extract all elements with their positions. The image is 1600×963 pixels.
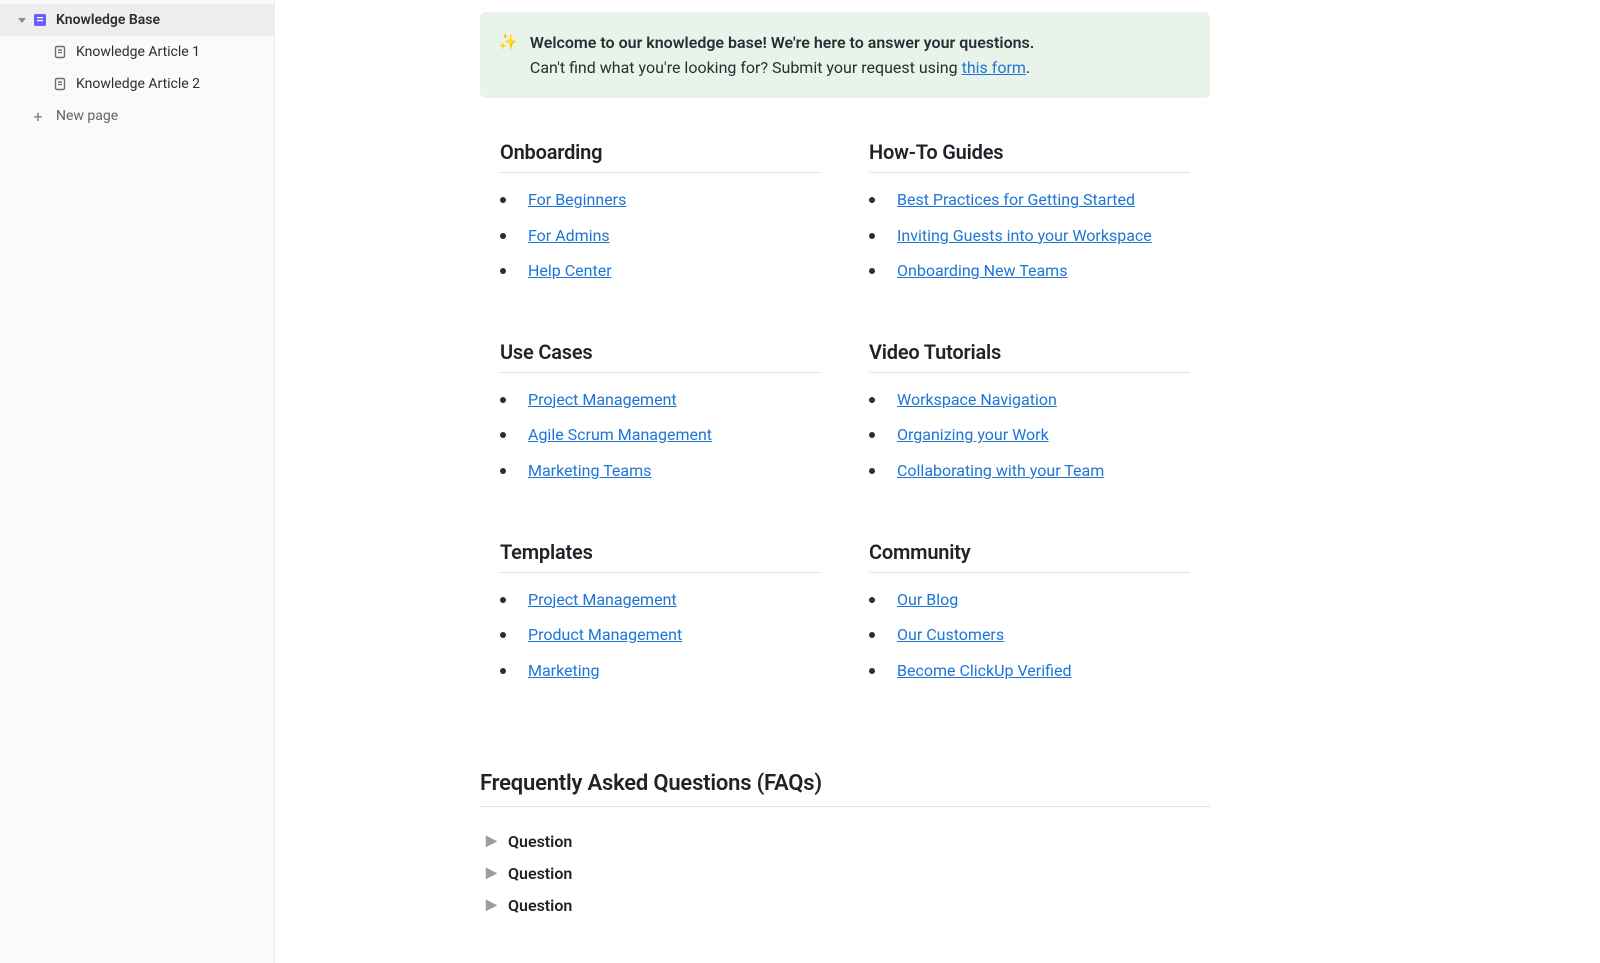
link-our-blog[interactable]: Our Blog <box>897 587 958 613</box>
bullet-icon <box>500 668 506 674</box>
sections-grid: Onboarding For Beginners For Admins Help… <box>480 140 1210 693</box>
link-collaborating-team[interactable]: Collaborating with your Team <box>897 458 1104 484</box>
sidebar: Knowledge Base Knowledge Article 1 Knowl… <box>0 0 275 963</box>
section-video-tutorials: Video Tutorials Workspace Navigation Org… <box>869 340 1190 494</box>
link-become-verified[interactable]: Become ClickUp Verified <box>897 658 1071 684</box>
section-title: Video Tutorials <box>869 340 1190 373</box>
list-item: Project Management <box>500 387 821 413</box>
faq-item[interactable]: ▶ Question <box>480 825 1210 857</box>
faq-item[interactable]: ▶ Question <box>480 889 1210 921</box>
sidebar-item-label: Knowledge Base <box>56 12 264 28</box>
link-workspace-navigation[interactable]: Workspace Navigation <box>897 387 1057 413</box>
bullet-icon <box>500 397 506 403</box>
bullet-icon <box>500 632 506 638</box>
section-onboarding: Onboarding For Beginners For Admins Help… <box>500 140 821 294</box>
banner-title: Welcome to our knowledge base! We're her… <box>530 30 1034 55</box>
link-for-admins[interactable]: For Admins <box>528 223 610 249</box>
bullet-icon <box>500 432 506 438</box>
section-title: Templates <box>500 540 821 573</box>
link-best-practices[interactable]: Best Practices for Getting Started <box>897 187 1135 213</box>
section-title: Onboarding <box>500 140 821 173</box>
list-item: Best Practices for Getting Started <box>869 187 1190 213</box>
section-title: Community <box>869 540 1190 573</box>
bullet-icon <box>500 233 506 239</box>
faq-question-label: Question <box>508 832 572 851</box>
bullet-icon <box>500 468 506 474</box>
list-item: Workspace Navigation <box>869 387 1190 413</box>
link-marketing-teams[interactable]: Marketing Teams <box>528 458 651 484</box>
plus-icon: + <box>30 108 46 124</box>
bullet-icon <box>869 233 875 239</box>
section-title: How-To Guides <box>869 140 1190 173</box>
bullet-icon <box>869 597 875 603</box>
link-template-project-mgmt[interactable]: Project Management <box>528 587 677 613</box>
bullet-icon <box>500 268 506 274</box>
sparkles-icon: ✨ <box>498 30 518 80</box>
list-item: Inviting Guests into your Workspace <box>869 223 1190 249</box>
banner-subtitle: Can't find what you're looking for? Subm… <box>530 55 1034 80</box>
new-page-button[interactable]: + New page <box>0 100 274 132</box>
link-for-beginners[interactable]: For Beginners <box>528 187 626 213</box>
list-item: Product Management <box>500 622 821 648</box>
link-template-marketing[interactable]: Marketing <box>528 658 599 684</box>
list-item: Become ClickUp Verified <box>869 658 1190 684</box>
link-inviting-guests[interactable]: Inviting Guests into your Workspace <box>897 223 1152 249</box>
list-item: Marketing Teams <box>500 458 821 484</box>
section-use-cases: Use Cases Project Management Agile Scrum… <box>500 340 821 494</box>
bullet-icon <box>869 268 875 274</box>
bullet-icon <box>869 397 875 403</box>
list-item: Our Customers <box>869 622 1190 648</box>
bullet-icon <box>869 668 875 674</box>
sidebar-item-knowledge-base[interactable]: Knowledge Base <box>0 4 274 36</box>
bullet-icon <box>500 597 506 603</box>
main-content: ✨ Welcome to our knowledge base! We're h… <box>275 0 1600 963</box>
book-icon <box>32 12 48 28</box>
list-item: Help Center <box>500 258 821 284</box>
document-icon <box>52 44 68 60</box>
bullet-icon <box>500 197 506 203</box>
bullet-icon <box>869 632 875 638</box>
caret-down-icon[interactable] <box>16 16 28 24</box>
list-item: Our Blog <box>869 587 1190 613</box>
faq-question-label: Question <box>508 864 572 883</box>
link-project-management[interactable]: Project Management <box>528 387 677 413</box>
list-item: For Admins <box>500 223 821 249</box>
list-item: Organizing your Work <box>869 422 1190 448</box>
sidebar-item-article-1[interactable]: Knowledge Article 1 <box>0 36 274 68</box>
link-onboarding-teams[interactable]: Onboarding New Teams <box>897 258 1067 284</box>
chevron-right-icon: ▶ <box>486 865 496 881</box>
sidebar-item-label: Knowledge Article 2 <box>76 76 264 92</box>
document-icon <box>52 76 68 92</box>
link-organizing-work[interactable]: Organizing your Work <box>897 422 1049 448</box>
welcome-banner: ✨ Welcome to our knowledge base! We're h… <box>480 12 1210 98</box>
chevron-right-icon: ▶ <box>486 897 496 913</box>
sidebar-item-article-2[interactable]: Knowledge Article 2 <box>0 68 274 100</box>
bullet-icon <box>869 432 875 438</box>
list-item: Onboarding New Teams <box>869 258 1190 284</box>
link-template-product-mgmt[interactable]: Product Management <box>528 622 682 648</box>
link-help-center[interactable]: Help Center <box>528 258 612 284</box>
list-item: Project Management <box>500 587 821 613</box>
list-item: Marketing <box>500 658 821 684</box>
section-title: Use Cases <box>500 340 821 373</box>
faq-section: Frequently Asked Questions (FAQs) ▶ Ques… <box>480 771 1210 921</box>
link-our-customers[interactable]: Our Customers <box>897 622 1004 648</box>
list-item: Collaborating with your Team <box>869 458 1190 484</box>
faq-question-label: Question <box>508 896 572 915</box>
sidebar-item-label: Knowledge Article 1 <box>76 44 264 60</box>
section-templates: Templates Project Management Product Man… <box>500 540 821 694</box>
banner-form-link[interactable]: this form <box>962 58 1026 77</box>
section-community: Community Our Blog Our Customers Become … <box>869 540 1190 694</box>
link-agile-scrum[interactable]: Agile Scrum Management <box>528 422 712 448</box>
list-item: Agile Scrum Management <box>500 422 821 448</box>
new-page-label: New page <box>56 108 264 124</box>
bullet-icon <box>869 197 875 203</box>
bullet-icon <box>869 468 875 474</box>
chevron-right-icon: ▶ <box>486 833 496 849</box>
section-how-to-guides: How-To Guides Best Practices for Getting… <box>869 140 1190 294</box>
faq-title: Frequently Asked Questions (FAQs) <box>480 771 1210 807</box>
faq-item[interactable]: ▶ Question <box>480 857 1210 889</box>
list-item: For Beginners <box>500 187 821 213</box>
